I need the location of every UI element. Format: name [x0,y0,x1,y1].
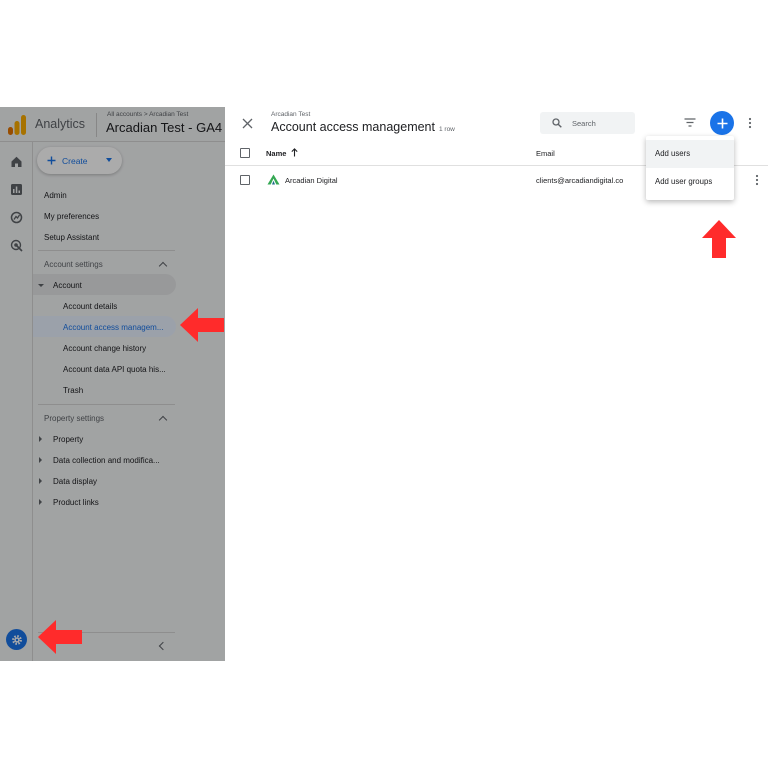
nav-data-collection[interactable]: Data collection and modifica... [53,456,160,465]
gear-icon [11,634,22,645]
home-icon[interactable] [10,155,23,168]
header-divider-line [0,141,225,142]
explore-icon[interactable] [10,211,23,224]
caret-right-icon [39,499,42,505]
nav-property[interactable]: Property [53,435,83,444]
more-vert-icon[interactable] [748,117,752,129]
section-property-settings[interactable]: Property settings [44,414,104,423]
filter-icon[interactable] [684,118,696,127]
nav-account[interactable]: Account [53,281,82,290]
create-button-label: Create [62,155,88,166]
nav-account-data-api-quota[interactable]: Account data API quota his... [63,365,166,374]
screenshot-canvas: Analytics All accounts > Arcadian Test A… [0,0,768,768]
nav-my-preferences[interactable]: My preferences [44,212,99,221]
chevron-up-icon[interactable] [158,261,168,271]
select-all-checkbox[interactable] [240,148,250,158]
search-input[interactable] [572,116,632,130]
row-checkbox[interactable] [240,175,250,185]
nav-account-change-history[interactable]: Account change history [63,344,146,353]
plus-icon [717,118,727,128]
row-name: Arcadian Digital [285,176,338,185]
admin-settings-button[interactable] [6,629,27,650]
search-box[interactable] [540,112,635,134]
ga-header: Analytics All accounts > Arcadian Test A… [0,107,225,142]
row-email: clients@arcadiandigital.co [536,176,624,185]
caret-down-icon [38,284,44,287]
nav-account-details[interactable]: Account details [63,302,117,311]
add-dropdown-menu: Add users Add user groups [646,136,734,200]
analytics-logo-icon [8,115,26,135]
column-header-email[interactable]: Email [536,149,555,158]
add-button[interactable] [710,111,734,135]
menu-item-add-users[interactable]: Add users [646,140,734,168]
ga-admin-panel: Analytics All accounts > Arcadian Test A… [0,107,225,661]
search-icon [552,118,562,128]
create-button[interactable]: Create [37,147,122,174]
row-count: 1 row [438,126,455,133]
nav-admin[interactable]: Admin [44,191,67,200]
chevron-up-icon[interactable] [158,415,168,425]
sort-arrow-up-icon[interactable] [291,148,298,157]
menu-item-add-user-groups[interactable]: Add user groups [646,168,734,196]
column-header-name[interactable]: Name [266,149,286,158]
plus-icon [47,156,56,165]
caret-down-icon[interactable] [106,158,112,162]
nav-divider [38,250,175,251]
advertising-icon[interactable] [10,239,23,252]
caret-right-icon [39,436,42,442]
nav-divider [38,404,175,405]
header-divider [96,113,97,137]
caret-right-icon [39,457,42,463]
drawer-title: Account access management 1 row [271,120,455,134]
nav-product-links[interactable]: Product links [53,498,99,507]
account-breadcrumb[interactable]: All accounts > Arcadian Test [107,111,188,118]
annotation-arrow-left-icon [38,620,82,654]
nav-setup-assistant[interactable]: Setup Assistant [44,233,99,242]
property-title[interactable]: Arcadian Test - GA4 [106,120,222,135]
nav-trash[interactable]: Trash [63,386,83,395]
reports-icon[interactable] [10,183,23,196]
product-name: Analytics [35,117,86,131]
access-management-drawer: Arcadian Test Account access management 1… [225,107,768,661]
more-vert-icon[interactable] [755,174,759,186]
nav-data-display[interactable]: Data display [53,477,97,486]
section-account-settings[interactable]: Account settings [44,260,103,269]
account-logo-icon [267,174,280,185]
annotation-arrow-left-icon [180,308,224,342]
nav-account-access-management[interactable]: Account access managem... [63,323,164,332]
left-rail [0,142,33,661]
drawer-title-text: Account access management [271,120,435,134]
annotation-arrow-up-icon [702,220,736,258]
close-icon[interactable] [242,118,253,129]
collapse-chevron-icon[interactable] [158,641,168,651]
drawer-breadcrumb: Arcadian Test [271,111,311,118]
caret-right-icon [39,478,42,484]
